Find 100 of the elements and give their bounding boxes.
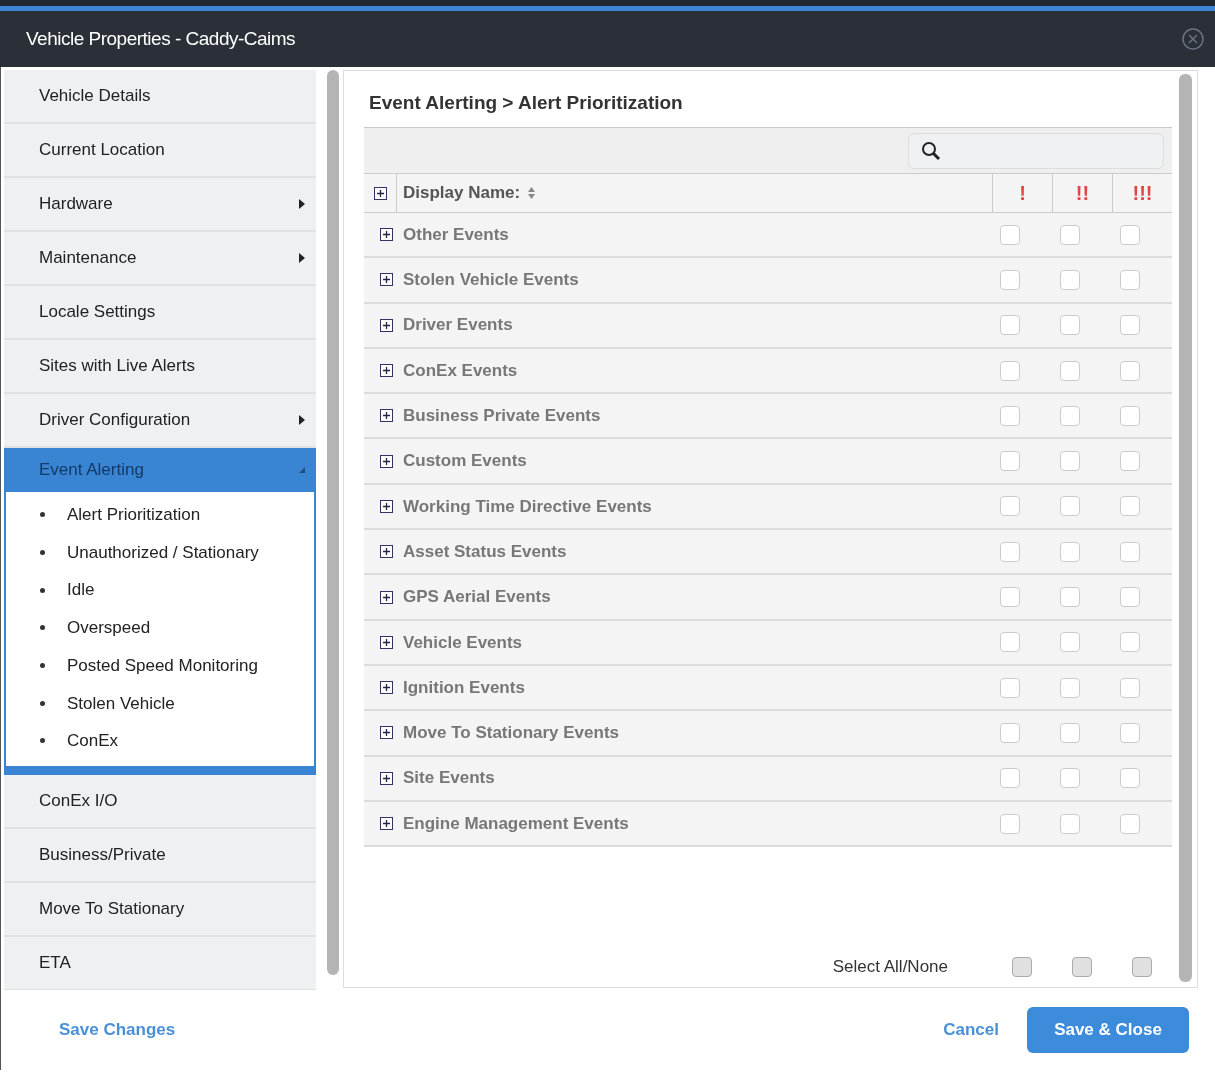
checkbox[interactable] — [1060, 541, 1080, 562]
sidebar-item[interactable]: Locale Settings — [4, 286, 316, 340]
expand-icon[interactable] — [380, 409, 393, 423]
expand-icon[interactable] — [380, 681, 393, 695]
expand-icon[interactable] — [380, 771, 393, 785]
checkbox[interactable] — [1000, 451, 1020, 472]
bullet-icon — [40, 663, 45, 669]
search-field[interactable] — [908, 132, 1164, 169]
expand-icon[interactable] — [380, 318, 393, 332]
checkbox[interactable] — [1120, 587, 1140, 607]
checkbox[interactable] — [1000, 722, 1020, 743]
checkbox[interactable] — [1120, 224, 1140, 245]
sidebar-item[interactable]: Sites with Live Alerts — [4, 340, 316, 394]
expand-icon[interactable] — [380, 726, 393, 740]
checkbox[interactable] — [1060, 587, 1080, 607]
sidebar-item[interactable]: Maintenance — [4, 232, 316, 286]
expand-icon[interactable] — [380, 499, 393, 513]
checkbox[interactable] — [1012, 957, 1032, 978]
checkbox[interactable] — [1000, 405, 1020, 426]
row-label: Asset Status Events — [403, 540, 568, 563]
row-label: GPS Aerial Events — [403, 586, 552, 609]
checkbox[interactable] — [1060, 360, 1080, 381]
checkbox[interactable] — [1060, 677, 1080, 698]
checkbox[interactable] — [1120, 541, 1140, 562]
row-label: Driver Events — [403, 314, 514, 337]
checkbox[interactable] — [1000, 768, 1020, 789]
window-title: Vehicle Properties - Caddy-Caims — [26, 26, 296, 51]
sidebar-item[interactable]: Driver Configuration — [4, 394, 316, 448]
sidebar-item[interactable]: Hardware — [4, 178, 316, 232]
expand-icon[interactable] — [380, 590, 393, 604]
checkbox[interactable] — [1060, 451, 1080, 472]
expand-icon[interactable] — [380, 228, 393, 242]
checkbox[interactable] — [1060, 269, 1080, 290]
submenu-item[interactable]: ConEx — [67, 728, 119, 754]
checkbox[interactable] — [1060, 224, 1080, 245]
checkbox[interactable] — [1000, 813, 1020, 834]
checkbox[interactable] — [1000, 224, 1020, 245]
save-close-button[interactable]: Save & Close — [1027, 1007, 1189, 1053]
checkbox[interactable] — [1120, 360, 1140, 381]
expand-icon[interactable] — [380, 273, 393, 287]
checkbox[interactable] — [1000, 677, 1020, 698]
sort-icon[interactable] — [528, 187, 536, 199]
submenu-item[interactable]: Posted Speed Monitoring — [67, 652, 258, 679]
expand-icon[interactable] — [373, 186, 387, 200]
select-all-label: Select All/None — [832, 956, 948, 979]
checkbox[interactable] — [1060, 405, 1080, 426]
breadcrumb-title: Event Alerting > Alert Prioritization — [368, 91, 684, 115]
expand-icon[interactable] — [380, 364, 393, 378]
priority-header[interactable]: !!! — [1112, 174, 1172, 212]
checkbox[interactable] — [1000, 269, 1020, 290]
checkbox[interactable] — [1060, 768, 1080, 789]
checkbox[interactable] — [1132, 957, 1152, 978]
checkbox[interactable] — [1060, 722, 1080, 743]
close-icon[interactable] — [1181, 27, 1205, 51]
expand-icon[interactable] — [380, 635, 393, 649]
checkbox[interactable] — [1120, 813, 1140, 834]
submenu-item[interactable]: Overspeed — [67, 615, 151, 641]
checkbox[interactable] — [1000, 541, 1020, 562]
sidebar-item[interactable]: ConEx I/O — [4, 774, 316, 829]
bullet-icon — [40, 625, 45, 631]
checkbox[interactable] — [1060, 632, 1080, 653]
submenu-item[interactable]: Unauthorized / Stationary — [67, 539, 259, 566]
expand-icon[interactable] — [380, 545, 393, 559]
checkbox[interactable] — [1000, 496, 1020, 517]
sidebar-item[interactable]: ETA — [4, 936, 316, 990]
submenu-item[interactable]: Stolen Vehicle — [67, 690, 175, 717]
checkbox[interactable] — [1120, 722, 1140, 743]
sidebar-item[interactable]: Current Location — [4, 124, 316, 178]
row-label: Other Events — [403, 223, 510, 246]
content-scrollbar[interactable] — [1179, 74, 1192, 982]
checkbox[interactable] — [1000, 587, 1020, 607]
checkbox[interactable] — [1060, 315, 1080, 336]
checkbox[interactable] — [1060, 813, 1080, 834]
checkbox[interactable] — [1120, 768, 1140, 789]
expand-icon[interactable] — [380, 817, 393, 830]
checkbox[interactable] — [1120, 451, 1140, 472]
priority-header[interactable]: !! — [1052, 174, 1112, 212]
sidebar-item[interactable]: Business/Private — [4, 828, 316, 883]
sidebar-scrollbar[interactable] — [327, 70, 339, 975]
checkbox[interactable] — [1000, 360, 1020, 381]
bullet-icon — [40, 587, 45, 593]
sidebar-item[interactable]: Move To Stationary — [4, 882, 316, 937]
checkbox[interactable] — [1120, 632, 1140, 653]
priority-header[interactable]: ! — [992, 174, 1052, 212]
checkbox[interactable] — [1120, 269, 1140, 290]
checkbox[interactable] — [1120, 677, 1140, 698]
checkbox[interactable] — [1000, 632, 1020, 653]
checkbox[interactable] — [1120, 405, 1140, 426]
checkbox[interactable] — [1120, 315, 1140, 336]
column-header[interactable]: Display Name: — [403, 180, 521, 206]
checkbox[interactable] — [1072, 957, 1092, 978]
submenu-item[interactable]: Idle — [67, 577, 95, 603]
bullet-icon — [40, 512, 45, 518]
checkbox[interactable] — [1000, 315, 1020, 336]
bullet-icon — [40, 700, 45, 706]
expand-icon[interactable] — [380, 454, 393, 468]
submenu-item[interactable]: Alert Prioritization — [67, 502, 201, 528]
checkbox[interactable] — [1060, 496, 1080, 517]
checkbox[interactable] — [1120, 496, 1140, 517]
sidebar-item[interactable]: Vehicle Details — [4, 70, 316, 124]
